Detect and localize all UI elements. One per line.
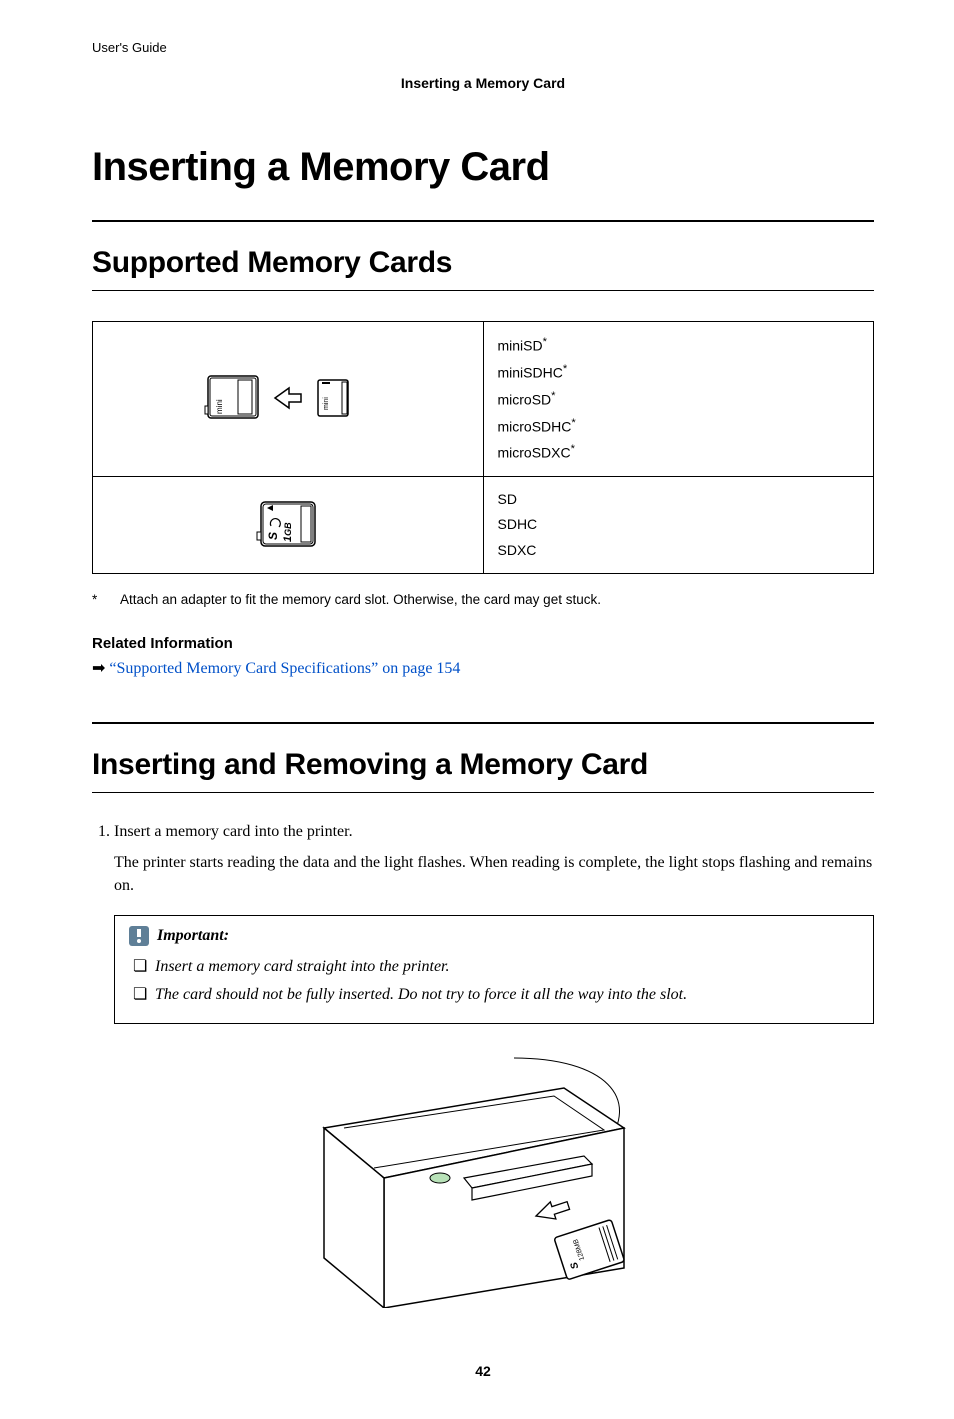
important-icon <box>129 926 149 946</box>
table-row: mini mini <box>93 322 874 477</box>
rule-below-heading-1 <box>92 290 874 291</box>
important-item: The card should not be fully inserted. D… <box>133 982 859 1008</box>
breadcrumb: Inserting a Memory Card <box>92 75 874 91</box>
related-info-heading: Related Information <box>92 635 874 652</box>
related-link-line: ➡“Supported Memory Card Specifications” … <box>92 658 874 678</box>
rule-above-section <box>92 220 874 222</box>
printer-slot-figure: S 128MB <box>114 1048 874 1313</box>
footnote-text: Attach an adapter to fit the memory card… <box>120 592 601 607</box>
section-supported-heading: Supported Memory Cards <box>92 246 874 280</box>
important-box: Important: Insert a memory card straight… <box>114 915 874 1024</box>
step-1-desc: The printer starts reading the data and … <box>114 851 874 897</box>
card-type: miniSDHC* <box>498 359 860 386</box>
sd-card-icon: S 1GB <box>253 496 323 552</box>
adapter-mini-label: mini <box>215 399 224 414</box>
printer-insert-icon: S 128MB <box>304 1048 684 1308</box>
related-link[interactable]: “Supported Memory Card Specifications” o… <box>109 660 460 677</box>
rule-below-heading-2 <box>92 792 874 793</box>
footnote-marker: * <box>92 592 120 607</box>
rule-above-section-2 <box>92 722 874 724</box>
footnote: *Attach an adapter to fit the memory car… <box>92 592 874 607</box>
mini-card-label: mini <box>323 396 330 409</box>
card-list-cell-0: miniSD* miniSDHC* microSD* microSDHC* mi… <box>483 322 874 477</box>
sd-adapter-icon: mini mini <box>203 371 373 425</box>
card-type: microSD* <box>498 386 860 413</box>
card-image-cell-adapter: mini mini <box>93 322 484 477</box>
page-title: Inserting a Memory Card <box>92 145 874 190</box>
steps-list: Insert a memory card into the printer. T… <box>92 823 874 1314</box>
section-inserting-heading: Inserting and Removing a Memory Card <box>92 748 874 782</box>
step-1: Insert a memory card into the printer. T… <box>114 823 874 1314</box>
svg-text:S: S <box>266 531 280 539</box>
important-list: Insert a memory card straight into the p… <box>129 954 859 1007</box>
card-type: microSDXC* <box>498 439 860 466</box>
card-type: SDXC <box>498 538 860 563</box>
card-type: miniSD* <box>498 332 860 359</box>
supported-cards-table: mini mini <box>92 321 874 574</box>
sd-size-unit: GB <box>283 521 293 535</box>
card-type: SD <box>498 487 860 512</box>
link-arrow-icon: ➡ <box>92 660 105 677</box>
svg-text:1GB: 1GB <box>282 521 294 541</box>
guide-label: User's Guide <box>92 40 874 55</box>
table-row: S 1GB SD SDHC SDXC <box>93 477 874 574</box>
card-type: SDHC <box>498 512 860 537</box>
card-list-cell-1: SD SDHC SDXC <box>483 477 874 574</box>
important-label: Important: <box>157 927 229 945</box>
card-type: microSDHC* <box>498 413 860 440</box>
card-image-cell-sd: S 1GB <box>93 477 484 574</box>
step-1-text: Insert a memory card into the printer. <box>114 823 353 840</box>
page-number: 42 <box>92 1363 874 1379</box>
important-item: Insert a memory card straight into the p… <box>133 954 859 980</box>
